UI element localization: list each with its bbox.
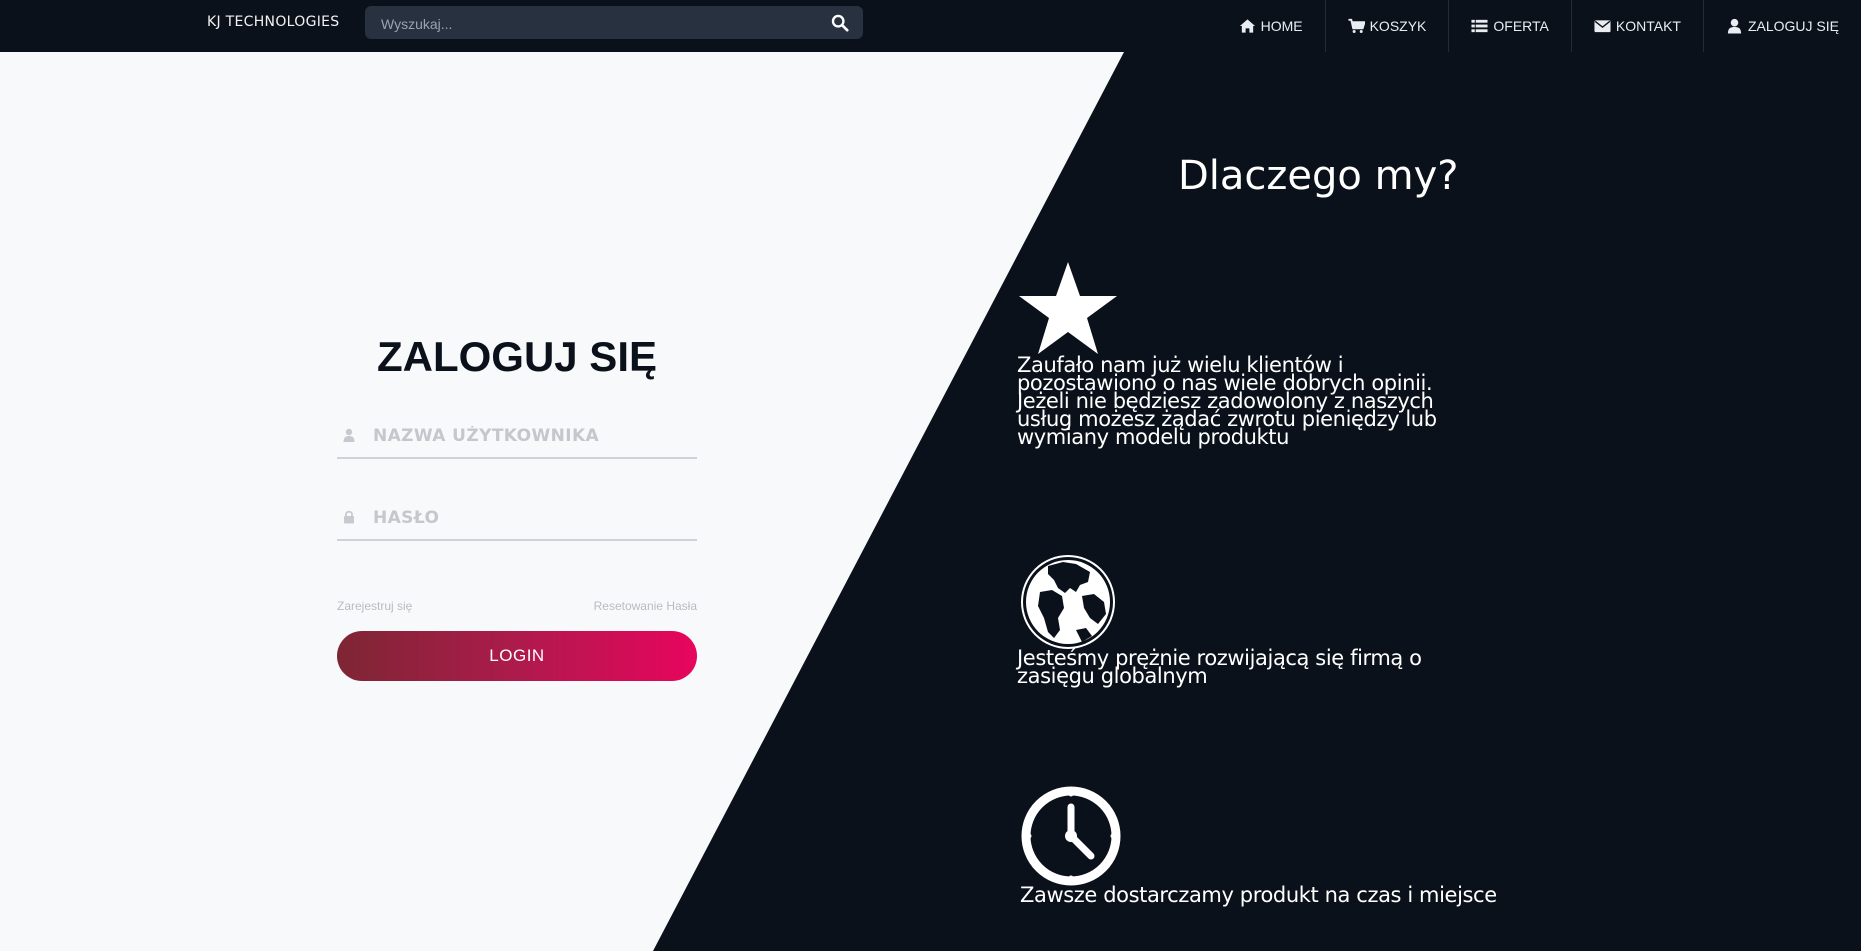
login-title: ZALOGUJ SIĘ [376, 333, 658, 380]
clock-icon [1021, 786, 1121, 886]
feature-text-delivery: Zawsze dostarczamy produkt na czas i mie… [1020, 883, 1497, 907]
list-icon [1471, 19, 1488, 33]
user-icon [1727, 18, 1742, 34]
main-nav: HOME KOSZYK OFERTA KONTAKT ZALOGUJ SIĘ [1217, 0, 1861, 52]
username-input[interactable] [371, 413, 695, 459]
nav-contact-label: KONTAKT [1615, 18, 1681, 34]
login-links: Zarejestruj się Resetowanie Hasła [337, 599, 697, 615]
search-bar [365, 6, 863, 41]
nav-cart-label: KOSZYK [1369, 18, 1427, 34]
feature-text-global: Jesteśmy prężnie rozwijającą się firmą o… [1017, 646, 1422, 688]
username-field [337, 413, 697, 459]
main-content: ZALOGUJ SIĘ Zarejestruj się Resetowanie … [0, 52, 1861, 951]
search-icon[interactable] [831, 14, 849, 32]
password-input[interactable] [371, 495, 695, 541]
why-us-title: Dlaczego my? [1178, 153, 1459, 199]
search-input[interactable] [379, 6, 823, 41]
feature-text-trust: Zaufało nam już wielu klientów i pozosta… [1017, 353, 1437, 449]
reset-password-link[interactable]: Resetowanie Hasła [594, 599, 697, 613]
nav-login-label: ZALOGUJ SIĘ [1747, 18, 1839, 34]
nav-offer[interactable]: OFERTA [1448, 0, 1571, 52]
globe-icon [1021, 555, 1115, 649]
login-panel-background [0, 52, 1124, 951]
nav-offer-label: OFERTA [1493, 18, 1549, 34]
login-button[interactable]: LOGIN [337, 631, 697, 681]
nav-home-label: HOME [1260, 18, 1303, 34]
envelope-icon [1594, 20, 1611, 33]
nav-cart[interactable]: KOSZYK [1324, 0, 1449, 52]
nav-contact[interactable]: KONTAKT [1570, 0, 1703, 52]
nav-home[interactable]: HOME [1217, 0, 1325, 52]
register-link[interactable]: Zarejestruj się [337, 599, 412, 613]
cart-icon [1348, 18, 1365, 33]
star-icon [1019, 262, 1117, 354]
top-navbar: KJ TECHNOLOGIES HOME KOSZYK OFERTA KONTA… [0, 0, 1861, 52]
lock-icon [344, 510, 354, 524]
nav-login[interactable]: ZALOGUJ SIĘ [1702, 0, 1861, 52]
home-icon [1239, 19, 1255, 33]
user-icon [343, 428, 355, 442]
brand-logo[interactable]: KJ TECHNOLOGIES [207, 14, 339, 30]
password-field [337, 495, 697, 541]
